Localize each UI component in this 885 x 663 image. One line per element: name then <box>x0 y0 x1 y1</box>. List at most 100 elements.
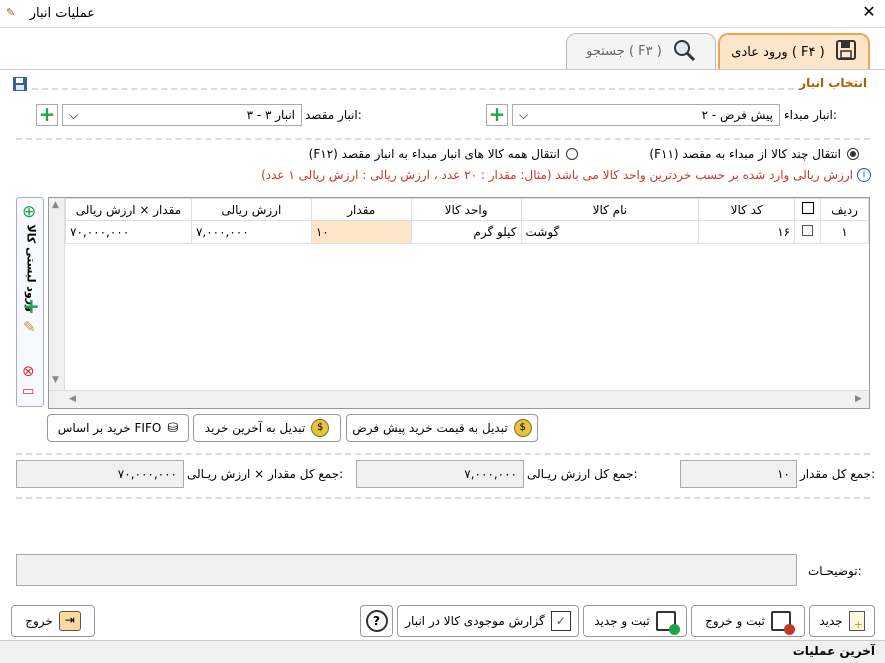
radio-all-transfer[interactable]: انتقال همه کالا های انبار مبداء به انبار… <box>309 147 578 161</box>
save-new-label: ثبت و جدید <box>594 614 650 628</box>
total-qty-label: جمع کل مقدار: <box>800 467 876 481</box>
default-price-label: تبدیل به قیمت خرید پیش فرض <box>352 421 508 435</box>
add-circle-icon[interactable]: ⊕ <box>22 202 36 222</box>
last-purchase-button[interactable]: تبدیل به آخرین خرید $ <box>193 414 341 442</box>
desc-divider <box>16 497 870 499</box>
chevron-down-icon: ⌵ <box>69 107 79 122</box>
help-button[interactable]: ? <box>360 605 393 637</box>
edit-pencil-icon[interactable]: ✎ <box>23 318 36 336</box>
save-exit-icon <box>770 611 795 635</box>
close-icon[interactable]: ✕ <box>858 2 880 21</box>
total-value-field: ۷,۰۰۰,۰۰۰ <box>356 460 524 488</box>
exit-button[interactable]: خروج ⇥ <box>11 605 95 637</box>
total-qty-field: ۱۰ <box>680 460 797 488</box>
row-qty[interactable]: ۱۰ <box>310 220 412 244</box>
totals-divider <box>16 453 870 455</box>
last-purchase-label: تبدیل به آخرین خرید <box>204 421 306 435</box>
stock-report-button[interactable]: گزارش موجودی کالا در انبار ✓ <box>397 605 579 637</box>
scroll-up-icon[interactable]: ▲ <box>52 200 59 210</box>
col-total: مقدار × ارزش ریالی <box>65 198 192 221</box>
horizontal-scrollbar[interactable]: ◀ ▶ <box>49 390 869 408</box>
add-source-button[interactable]: + <box>486 104 508 126</box>
source-value: پیش فرض - ۲ <box>701 108 773 122</box>
new-button[interactable]: جدید + <box>809 605 875 637</box>
radio-multi-button[interactable] <box>847 148 859 160</box>
radio-multi-transfer[interactable]: انتقال چند کالا از مبداء به مقصد (F۱۱) <box>649 147 859 161</box>
add-dest-button[interactable]: + <box>36 104 58 126</box>
app-logo-icon: ✎ <box>6 6 16 19</box>
items-grid: ردیف کد کالا نام کالا واحد کالا مقدار ار… <box>48 197 870 409</box>
row-checkbox[interactable] <box>794 220 822 244</box>
new-label: جدید <box>819 614 843 628</box>
col-unit: واحد کالا <box>410 198 522 221</box>
coin-check-icon: $ <box>513 419 532 437</box>
save-new-icon <box>655 611 680 635</box>
section-title: انتخاب انبار <box>799 76 867 90</box>
search-icon <box>672 38 696 66</box>
source-warehouse-select[interactable]: ⌵ پیش فرض - ۲ <box>512 104 780 126</box>
select-all-checkbox[interactable] <box>801 202 814 214</box>
report-check-icon: ✓ <box>550 611 571 631</box>
scroll-down-icon[interactable]: ▼ <box>52 375 59 385</box>
save-exit-button[interactable]: ثبت و خروج <box>691 605 805 637</box>
cart-icon: ⛁ <box>167 420 179 436</box>
row-total[interactable]: ۷۰,۰۰۰,۰۰۰ <box>65 220 192 244</box>
save-disk-icon <box>835 39 857 65</box>
info-icon: i <box>857 168 871 182</box>
radio-multi-label: انتقال چند کالا از مبداء به مقصد (F۱۱) <box>649 147 841 161</box>
col-name: نام کالا <box>520 198 700 221</box>
total-amount-field: ۷۰,۰۰۰,۰۰۰ <box>16 460 184 488</box>
save-exit-label: ثبت و خروج <box>705 614 765 628</box>
section-divider <box>32 88 794 90</box>
info-text: ارزش ریالی وارد شده بر حسب خردترین واحد … <box>261 168 853 182</box>
col-value: ارزش ریالی <box>190 198 312 221</box>
col-code: کد کالا <box>698 198 796 221</box>
new-doc-icon: + <box>848 611 865 631</box>
dest-value: انبار ۳ - ۳ <box>246 108 295 122</box>
tab-divider <box>0 69 885 70</box>
source-label: انبار مبداء: <box>784 108 837 122</box>
delete-row-icon[interactable]: ▭ <box>22 384 34 399</box>
col-select[interactable] <box>794 198 822 221</box>
row-name[interactable]: گوشت <box>520 220 700 244</box>
table-row[interactable]: ۱ ۱۶ گوشت کیلو گرم ۱۰ ۷,۰۰۰,۰۰۰ ۷۰,۰۰۰,۰… <box>65 220 869 244</box>
remove-circle-icon[interactable]: ⊗ <box>22 362 35 380</box>
vertical-scrollbar[interactable]: ▲ ▼ <box>49 198 65 408</box>
row-index: ۱ <box>820 220 869 244</box>
options-divider <box>16 138 870 140</box>
list-entry-panel: ⊕ ورود لیستی کالا + ✎ ⊗ ▭ <box>16 197 44 407</box>
title-bar: ✎ عملیات انبار ✕ <box>0 0 885 28</box>
radio-all-button[interactable] <box>566 148 578 160</box>
row-code[interactable]: ۱۶ <box>698 220 796 244</box>
default-price-button[interactable]: تبدیل به قیمت خرید پیش فرض $ <box>346 414 538 442</box>
col-qty: مقدار <box>310 198 412 221</box>
grid-header: ردیف کد کالا نام کالا واحد کالا مقدار ار… <box>65 198 869 221</box>
exit-label: خروج <box>25 614 53 628</box>
tab-search-label: جستجو ( F۳ ) <box>586 44 662 59</box>
dest-warehouse-select[interactable]: ⌵ انبار ۳ - ۳ <box>62 104 302 126</box>
description-label: توضیحـات: <box>808 564 862 578</box>
last-operations-label: آخرین عملیات <box>792 644 875 658</box>
status-bar: آخرین عملیات <box>0 640 885 663</box>
dest-label: انبار مقصد: <box>305 108 362 122</box>
tab-normal-entry-label: ورود عادی ( F۴ ) <box>731 44 825 60</box>
row-value[interactable]: ۷,۰۰۰,۰۰۰ <box>190 220 312 244</box>
description-field[interactable] <box>16 554 797 586</box>
scroll-left-icon[interactable]: ◀ <box>69 394 76 404</box>
row-unit[interactable]: کیلو گرم <box>410 220 522 244</box>
fifo-button[interactable]: خرید بر اساس FIFO ⛁ <box>47 414 189 442</box>
window-title: عملیات انبار <box>29 6 95 21</box>
save-new-button[interactable]: ثبت و جدید <box>583 605 687 637</box>
col-row-index: ردیف <box>820 198 869 221</box>
info-note: i ارزش ریالی وارد شده بر حسب خردترین واح… <box>261 168 871 182</box>
tab-normal-entry[interactable]: ورود عادی ( F۴ ) <box>718 33 870 69</box>
scroll-right-icon[interactable]: ▶ <box>855 394 862 404</box>
tab-search[interactable]: جستجو ( F۳ ) <box>566 33 716 69</box>
save-settings-icon[interactable] <box>12 76 28 95</box>
chevron-down-icon: ⌵ <box>519 107 529 122</box>
add-icon[interactable]: + <box>23 294 40 318</box>
exit-door-icon: ⇥ <box>58 611 81 631</box>
fifo-label: خرید بر اساس FIFO <box>57 421 162 435</box>
stock-report-label: گزارش موجودی کالا در انبار <box>405 614 545 628</box>
radio-all-label: انتقال همه کالا های انبار مبداء به انبار… <box>308 147 560 161</box>
